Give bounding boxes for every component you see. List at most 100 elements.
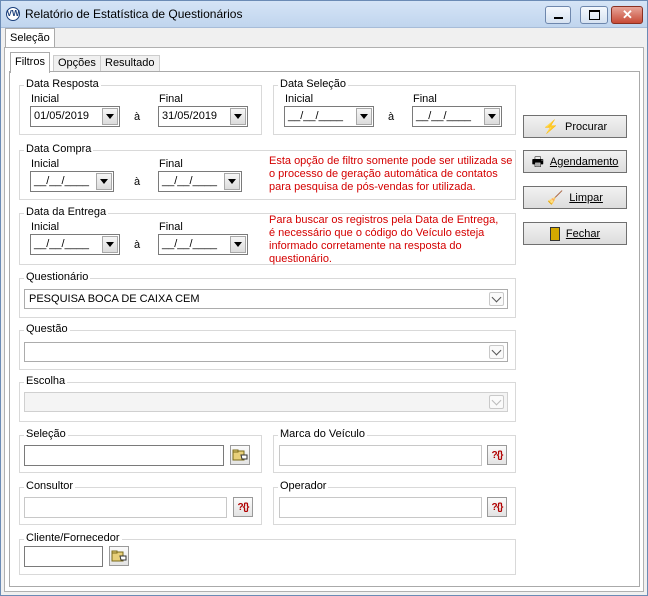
fechar-label: Fechar	[565, 227, 601, 240]
limpar-label: Limpar	[569, 191, 603, 204]
lookup-icon: ?{}	[237, 501, 250, 513]
data-resposta-final-value: 31/05/2019	[162, 110, 218, 122]
lookup-icon: ?{}	[491, 501, 504, 513]
data-selecao-inicial-picker[interactable]: __/__/____	[284, 106, 374, 127]
data-entrega-final-label: Final	[159, 221, 183, 233]
escolha-legend: Escolha	[24, 375, 68, 387]
cliente-fornecedor-input[interactable]	[24, 546, 103, 567]
questionario-value: PESQUISA BOCA DE CAIXA CEM	[29, 293, 200, 305]
operador-input[interactable]	[279, 497, 482, 518]
data-entrega-sep: à	[134, 239, 141, 251]
chevron-down-icon[interactable]	[102, 236, 118, 253]
marca-veiculo-lookup-button[interactable]: ?{}	[487, 445, 507, 465]
data-entrega-final-value: __/__/____	[162, 238, 218, 250]
data-entrega-note: Para buscar os registros pela Data de En…	[269, 214, 498, 266]
fechar-button[interactable]: Fechar	[523, 222, 627, 245]
chevron-down-icon[interactable]	[489, 395, 504, 409]
data-resposta-final-label: Final	[159, 93, 183, 105]
vw-logo-icon: VW	[6, 7, 20, 21]
data-entrega-inicial-label: Inicial	[31, 221, 60, 233]
marca-veiculo-legend: Marca do Veículo	[278, 428, 367, 440]
maximize-button[interactable]	[580, 6, 608, 24]
maximize-icon	[589, 10, 600, 20]
questao-select[interactable]	[24, 342, 508, 362]
data-resposta-inicial-label: Inicial	[31, 93, 60, 105]
procurar-label: Procurar	[565, 120, 608, 133]
tab-selecao-label: Seleção	[10, 32, 50, 44]
tab-resultado[interactable]: Resultado	[100, 55, 160, 72]
data-compra-inicial-picker[interactable]: __/__/____	[30, 171, 114, 192]
agendamento-label: Agendamento	[549, 155, 619, 168]
data-compra-legend: Data Compra	[24, 143, 94, 155]
tab-opcoes[interactable]: Opções	[53, 55, 101, 72]
lookup-icon: ?{}	[491, 449, 504, 461]
chevron-down-icon[interactable]	[102, 108, 118, 125]
selecao-input[interactable]	[24, 445, 224, 466]
selecao-legend: Seleção	[24, 428, 68, 440]
consultor-legend: Consultor	[24, 480, 76, 492]
data-resposta-final-picker[interactable]: 31/05/2019	[158, 106, 248, 127]
cliente-fornecedor-legend: Cliente/Fornecedor	[24, 532, 122, 544]
data-selecao-final-label: Final	[413, 93, 437, 105]
printer-icon: 🖶	[531, 154, 544, 169]
data-entrega-note-line: é necessário que o código do Veículo est…	[269, 227, 485, 239]
tab-selecao[interactable]: Seleção	[5, 28, 55, 48]
data-compra-final-picker[interactable]: __/__/____	[158, 171, 242, 192]
tab-filtros[interactable]: Filtros	[10, 52, 50, 73]
door-exit-icon	[549, 226, 560, 241]
consultor-input[interactable]	[24, 497, 227, 518]
data-selecao-inicial-label: Inicial	[285, 93, 314, 105]
data-entrega-legend: Data da Entrega	[24, 206, 109, 218]
chevron-down-icon[interactable]	[489, 345, 504, 359]
lightning-icon: ⚡	[542, 119, 559, 134]
selecao-folder-button[interactable]	[230, 445, 250, 465]
data-selecao-sep: à	[388, 111, 395, 123]
data-compra-note: Esta opção de filtro somente pode ser ut…	[269, 155, 512, 194]
marca-veiculo-input[interactable]	[279, 445, 482, 466]
data-entrega-inicial-picker[interactable]: __/__/____	[30, 234, 120, 255]
data-compra-sep: à	[134, 176, 141, 188]
minimize-button[interactable]	[545, 6, 571, 24]
data-selecao-final-picker[interactable]: __/__/____	[412, 106, 502, 127]
data-entrega-inicial-value: __/__/____	[34, 238, 90, 250]
operador-legend: Operador	[278, 480, 329, 492]
window-title: Relatório de Estatística de Questionário…	[25, 7, 243, 21]
data-compra-note-line: o processo de geração automática de cont…	[269, 168, 498, 180]
chevron-down-icon[interactable]	[224, 173, 240, 190]
data-compra-note-line: para pesquisa de pós-vendas for utilizad…	[269, 181, 476, 193]
data-entrega-final-picker[interactable]: __/__/____	[158, 234, 248, 255]
chevron-down-icon[interactable]	[356, 108, 372, 125]
data-selecao-legend: Data Seleção	[278, 78, 349, 90]
data-selecao-final-value: __/__/____	[416, 110, 472, 122]
data-compra-inicial-value: __/__/____	[34, 175, 90, 187]
close-button[interactable]: ✕	[611, 6, 643, 24]
data-resposta-legend: Data Resposta	[24, 78, 101, 90]
data-compra-final-label: Final	[159, 158, 183, 170]
limpar-button[interactable]: 🧹 Limpar	[523, 186, 627, 209]
data-entrega-note-line: Para buscar os registros pela Data de En…	[269, 214, 499, 226]
procurar-button[interactable]: ⚡ Procurar	[523, 115, 627, 138]
agendamento-button[interactable]: 🖶 Agendamento	[523, 150, 627, 173]
consultor-lookup-button[interactable]: ?{}	[233, 497, 253, 517]
chevron-down-icon[interactable]	[230, 108, 246, 125]
broom-icon: 🧹	[547, 190, 564, 205]
chevron-down-icon[interactable]	[230, 236, 246, 253]
questionario-select[interactable]: PESQUISA BOCA DE CAIXA CEM	[24, 289, 508, 309]
cliente-fornecedor-folder-button[interactable]	[109, 546, 129, 566]
questionario-legend: Questionário	[24, 271, 91, 283]
data-resposta-sep: à	[134, 111, 141, 123]
data-entrega-note-line: questionário.	[269, 253, 332, 265]
close-icon: ✕	[622, 7, 633, 22]
operador-lookup-button[interactable]: ?{}	[487, 497, 507, 517]
tab-resultado-label: Resultado	[105, 57, 155, 69]
tab-opcoes-label: Opções	[58, 57, 96, 69]
data-compra-final-value: __/__/____	[162, 175, 218, 187]
chevron-down-icon[interactable]	[96, 173, 112, 190]
folder-hand-icon	[111, 550, 127, 562]
report-window: VW Relatório de Estatística de Questioná…	[0, 0, 648, 596]
escolha-select[interactable]	[24, 392, 508, 412]
chevron-down-icon[interactable]	[484, 108, 500, 125]
chevron-down-icon[interactable]	[489, 292, 504, 306]
data-resposta-inicial-picker[interactable]: 01/05/2019	[30, 106, 120, 127]
data-entrega-note-line: informado corretamente na resposta do	[269, 240, 462, 252]
